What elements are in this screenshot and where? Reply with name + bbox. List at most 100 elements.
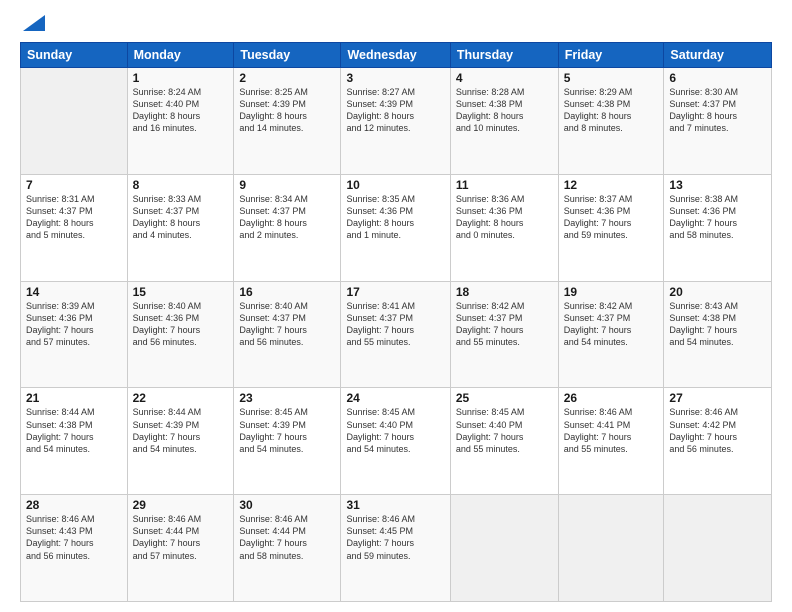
day-number: 23	[239, 391, 335, 405]
day-info: Sunrise: 8:45 AM Sunset: 4:39 PM Dayligh…	[239, 406, 335, 455]
day-cell: 8Sunrise: 8:33 AM Sunset: 4:37 PM Daylig…	[127, 174, 234, 281]
day-number: 27	[669, 391, 766, 405]
day-cell	[664, 495, 772, 602]
day-number: 26	[564, 391, 659, 405]
day-cell: 14Sunrise: 8:39 AM Sunset: 4:36 PM Dayli…	[21, 281, 128, 388]
weekday-sunday: Sunday	[21, 43, 128, 68]
day-cell: 29Sunrise: 8:46 AM Sunset: 4:44 PM Dayli…	[127, 495, 234, 602]
day-number: 18	[456, 285, 553, 299]
weekday-saturday: Saturday	[664, 43, 772, 68]
day-cell: 24Sunrise: 8:45 AM Sunset: 4:40 PM Dayli…	[341, 388, 450, 495]
logo	[20, 18, 45, 34]
day-cell: 12Sunrise: 8:37 AM Sunset: 4:36 PM Dayli…	[558, 174, 664, 281]
day-info: Sunrise: 8:40 AM Sunset: 4:37 PM Dayligh…	[239, 300, 335, 349]
day-number: 11	[456, 178, 553, 192]
day-number: 14	[26, 285, 122, 299]
week-row-3: 14Sunrise: 8:39 AM Sunset: 4:36 PM Dayli…	[21, 281, 772, 388]
day-info: Sunrise: 8:25 AM Sunset: 4:39 PM Dayligh…	[239, 86, 335, 135]
day-cell: 27Sunrise: 8:46 AM Sunset: 4:42 PM Dayli…	[664, 388, 772, 495]
day-info: Sunrise: 8:44 AM Sunset: 4:38 PM Dayligh…	[26, 406, 122, 455]
day-info: Sunrise: 8:24 AM Sunset: 4:40 PM Dayligh…	[133, 86, 229, 135]
day-cell: 31Sunrise: 8:46 AM Sunset: 4:45 PM Dayli…	[341, 495, 450, 602]
day-number: 30	[239, 498, 335, 512]
day-info: Sunrise: 8:46 AM Sunset: 4:43 PM Dayligh…	[26, 513, 122, 562]
day-cell: 13Sunrise: 8:38 AM Sunset: 4:36 PM Dayli…	[664, 174, 772, 281]
day-cell	[21, 68, 128, 175]
day-number: 22	[133, 391, 229, 405]
day-number: 24	[346, 391, 444, 405]
day-info: Sunrise: 8:46 AM Sunset: 4:42 PM Dayligh…	[669, 406, 766, 455]
day-cell	[558, 495, 664, 602]
day-info: Sunrise: 8:40 AM Sunset: 4:36 PM Dayligh…	[133, 300, 229, 349]
day-cell: 6Sunrise: 8:30 AM Sunset: 4:37 PM Daylig…	[664, 68, 772, 175]
day-info: Sunrise: 8:45 AM Sunset: 4:40 PM Dayligh…	[456, 406, 553, 455]
day-number: 10	[346, 178, 444, 192]
day-number: 16	[239, 285, 335, 299]
day-number: 7	[26, 178, 122, 192]
day-info: Sunrise: 8:35 AM Sunset: 4:36 PM Dayligh…	[346, 193, 444, 242]
day-info: Sunrise: 8:44 AM Sunset: 4:39 PM Dayligh…	[133, 406, 229, 455]
day-number: 6	[669, 71, 766, 85]
day-cell: 19Sunrise: 8:42 AM Sunset: 4:37 PM Dayli…	[558, 281, 664, 388]
day-info: Sunrise: 8:46 AM Sunset: 4:44 PM Dayligh…	[133, 513, 229, 562]
weekday-wednesday: Wednesday	[341, 43, 450, 68]
day-number: 12	[564, 178, 659, 192]
day-cell: 2Sunrise: 8:25 AM Sunset: 4:39 PM Daylig…	[234, 68, 341, 175]
day-number: 19	[564, 285, 659, 299]
logo-area	[20, 18, 45, 34]
day-info: Sunrise: 8:33 AM Sunset: 4:37 PM Dayligh…	[133, 193, 229, 242]
day-cell: 4Sunrise: 8:28 AM Sunset: 4:38 PM Daylig…	[450, 68, 558, 175]
day-cell: 9Sunrise: 8:34 AM Sunset: 4:37 PM Daylig…	[234, 174, 341, 281]
day-number: 25	[456, 391, 553, 405]
calendar-header: SundayMondayTuesdayWednesdayThursdayFrid…	[21, 43, 772, 68]
calendar-body: 1Sunrise: 8:24 AM Sunset: 4:40 PM Daylig…	[21, 68, 772, 602]
weekday-tuesday: Tuesday	[234, 43, 341, 68]
logo-icon	[23, 15, 45, 31]
day-info: Sunrise: 8:42 AM Sunset: 4:37 PM Dayligh…	[456, 300, 553, 349]
day-info: Sunrise: 8:38 AM Sunset: 4:36 PM Dayligh…	[669, 193, 766, 242]
day-info: Sunrise: 8:28 AM Sunset: 4:38 PM Dayligh…	[456, 86, 553, 135]
day-number: 1	[133, 71, 229, 85]
day-cell: 22Sunrise: 8:44 AM Sunset: 4:39 PM Dayli…	[127, 388, 234, 495]
day-number: 20	[669, 285, 766, 299]
day-cell	[450, 495, 558, 602]
day-cell: 21Sunrise: 8:44 AM Sunset: 4:38 PM Dayli…	[21, 388, 128, 495]
weekday-monday: Monday	[127, 43, 234, 68]
day-number: 31	[346, 498, 444, 512]
day-number: 28	[26, 498, 122, 512]
day-number: 8	[133, 178, 229, 192]
day-info: Sunrise: 8:34 AM Sunset: 4:37 PM Dayligh…	[239, 193, 335, 242]
day-number: 3	[346, 71, 444, 85]
day-cell: 18Sunrise: 8:42 AM Sunset: 4:37 PM Dayli…	[450, 281, 558, 388]
header	[20, 18, 772, 34]
day-cell: 5Sunrise: 8:29 AM Sunset: 4:38 PM Daylig…	[558, 68, 664, 175]
day-number: 2	[239, 71, 335, 85]
day-cell: 11Sunrise: 8:36 AM Sunset: 4:36 PM Dayli…	[450, 174, 558, 281]
day-info: Sunrise: 8:43 AM Sunset: 4:38 PM Dayligh…	[669, 300, 766, 349]
day-cell: 1Sunrise: 8:24 AM Sunset: 4:40 PM Daylig…	[127, 68, 234, 175]
week-row-5: 28Sunrise: 8:46 AM Sunset: 4:43 PM Dayli…	[21, 495, 772, 602]
calendar: SundayMondayTuesdayWednesdayThursdayFrid…	[20, 42, 772, 602]
day-info: Sunrise: 8:27 AM Sunset: 4:39 PM Dayligh…	[346, 86, 444, 135]
day-cell: 30Sunrise: 8:46 AM Sunset: 4:44 PM Dayli…	[234, 495, 341, 602]
day-cell: 7Sunrise: 8:31 AM Sunset: 4:37 PM Daylig…	[21, 174, 128, 281]
day-number: 21	[26, 391, 122, 405]
day-number: 29	[133, 498, 229, 512]
day-number: 4	[456, 71, 553, 85]
day-info: Sunrise: 8:46 AM Sunset: 4:41 PM Dayligh…	[564, 406, 659, 455]
weekday-thursday: Thursday	[450, 43, 558, 68]
weekday-row: SundayMondayTuesdayWednesdayThursdayFrid…	[21, 43, 772, 68]
day-number: 13	[669, 178, 766, 192]
day-info: Sunrise: 8:30 AM Sunset: 4:37 PM Dayligh…	[669, 86, 766, 135]
day-cell: 17Sunrise: 8:41 AM Sunset: 4:37 PM Dayli…	[341, 281, 450, 388]
weekday-friday: Friday	[558, 43, 664, 68]
day-info: Sunrise: 8:29 AM Sunset: 4:38 PM Dayligh…	[564, 86, 659, 135]
day-number: 15	[133, 285, 229, 299]
day-cell: 15Sunrise: 8:40 AM Sunset: 4:36 PM Dayli…	[127, 281, 234, 388]
day-info: Sunrise: 8:41 AM Sunset: 4:37 PM Dayligh…	[346, 300, 444, 349]
day-info: Sunrise: 8:42 AM Sunset: 4:37 PM Dayligh…	[564, 300, 659, 349]
day-info: Sunrise: 8:46 AM Sunset: 4:45 PM Dayligh…	[346, 513, 444, 562]
page: SundayMondayTuesdayWednesdayThursdayFrid…	[0, 0, 792, 612]
day-cell: 16Sunrise: 8:40 AM Sunset: 4:37 PM Dayli…	[234, 281, 341, 388]
day-cell: 25Sunrise: 8:45 AM Sunset: 4:40 PM Dayli…	[450, 388, 558, 495]
